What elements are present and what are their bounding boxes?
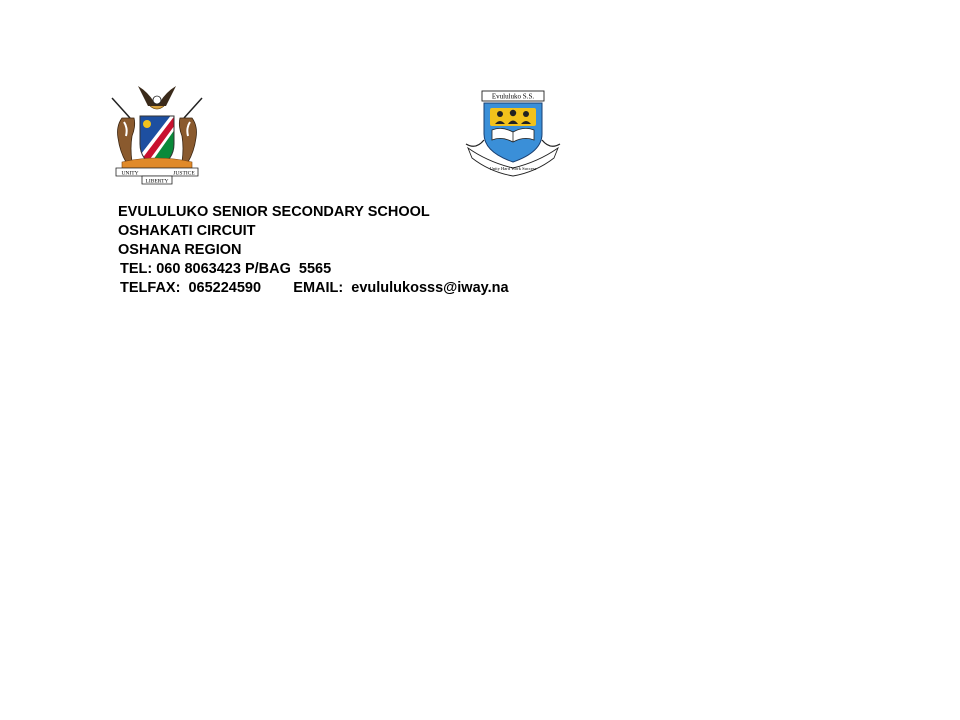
motto-right: JUSTICE xyxy=(173,171,195,177)
crest-banner-text: Evululuko S.S. xyxy=(492,93,534,101)
motto-ribbon: UNITY JUSTICE LIBERTY xyxy=(115,167,199,185)
crest-scroll-text: Unity Hard Work Success xyxy=(490,166,537,171)
motto-left: UNITY xyxy=(121,171,138,177)
eagle-icon xyxy=(138,86,176,110)
circuit-name: OSHAKATI CIRCUIT xyxy=(118,223,256,239)
motto-center: LIBERTY xyxy=(146,179,169,185)
oryx-left-icon xyxy=(111,97,136,163)
school-name: EVULULUKO SENIOR SECONDARY SCHOOL xyxy=(118,204,430,220)
namibia-coat-of-arms-icon: UNITY JUSTICE LIBERTY xyxy=(111,86,203,185)
oryx-right-icon xyxy=(178,97,203,163)
school-crest-icon: Evululuko S.S. Unity Hard Work Success xyxy=(465,90,561,177)
letterhead-block: EVULULUKO SENIOR SECONDARY SCHOOL OSHAKA… xyxy=(118,203,509,298)
telfax-email-line: TELFAX: 065224590 EMAIL: evululukosss@iw… xyxy=(120,280,509,296)
crest-shield-icon xyxy=(483,102,543,163)
region-name: OSHANA REGION xyxy=(118,242,242,258)
tel-line: TEL: 060 8063423 P/BAG 5565 xyxy=(120,261,332,277)
